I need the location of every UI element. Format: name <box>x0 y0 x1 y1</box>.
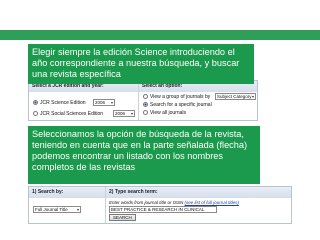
chevron-down-icon: ▾ <box>76 207 79 212</box>
search-by-value: Full Journal Title <box>35 207 68 212</box>
full-titles-list-link[interactable]: (see list of full journal titles) <box>185 200 239 205</box>
science-year-value: 2006 <box>95 100 106 105</box>
option-view-all-row[interactable]: View all journals <box>143 110 186 116</box>
radio-science-edition[interactable] <box>33 100 38 106</box>
radio-search-journal[interactable] <box>143 102 148 108</box>
option-search-journal-label: Search for a specific journal <box>150 102 212 108</box>
option-view-all-label: View all journals <box>150 110 187 116</box>
panel-divider <box>138 81 139 120</box>
instruction-callout-search: Seleccionamos la opción de búsqueda de l… <box>28 126 260 184</box>
radio-view-group[interactable] <box>143 94 148 100</box>
group-by-value: Subject Category <box>217 94 252 99</box>
instruction-callout-edition: Elegir siempre la edición Science introd… <box>28 44 254 84</box>
social-year-select[interactable]: 2006 ▾ <box>113 110 135 117</box>
search-button[interactable]: SEARCH <box>109 214 136 221</box>
search-hint-text: Enter words from journal title or ISSN <box>109 200 184 205</box>
science-year-select[interactable]: 2006 ▾ <box>93 99 115 106</box>
search-by-header: 1) Search by: <box>29 187 105 198</box>
chevron-down-icon: ▾ <box>110 100 113 105</box>
edition-science-row[interactable]: JCR Science Edition <box>33 100 86 106</box>
edition-social-label: JCR Social Sciences Edition <box>40 111 104 117</box>
header-band <box>0 30 320 40</box>
chevron-down-icon: ▾ <box>251 94 254 99</box>
search-hint: Enter words from journal title or ISSN (… <box>109 200 239 205</box>
jcr-edition-panel: Select a JCR edition and year: Select an… <box>28 80 258 121</box>
edition-science-label: JCR Science Edition <box>40 100 86 106</box>
search-by-select[interactable]: Full Journal Title ▾ <box>33 206 81 213</box>
radio-view-all[interactable] <box>143 110 148 116</box>
group-by-select[interactable]: Subject Category ▾ <box>215 93 256 100</box>
radio-social-edition[interactable] <box>33 111 38 117</box>
panel-divider <box>105 187 106 223</box>
social-year-value: 2006 <box>115 111 126 116</box>
search-term-input[interactable]: BEST PRACTICE & RESEARCH IN CLINICAL <box>109 206 217 213</box>
edition-social-row[interactable]: JCR Social Sciences Edition <box>33 111 103 117</box>
option-search-journal-row[interactable]: Search for a specific journal <box>143 102 212 108</box>
option-view-group-row[interactable]: View a group of journals by <box>143 94 210 100</box>
search-term-header: 2) Type search term: <box>106 187 291 198</box>
option-view-group-label: View a group of journals by <box>150 94 211 100</box>
journal-search-panel: 1) Search by: 2) Type search term: Full … <box>28 186 292 224</box>
chevron-down-icon: ▾ <box>130 111 133 116</box>
